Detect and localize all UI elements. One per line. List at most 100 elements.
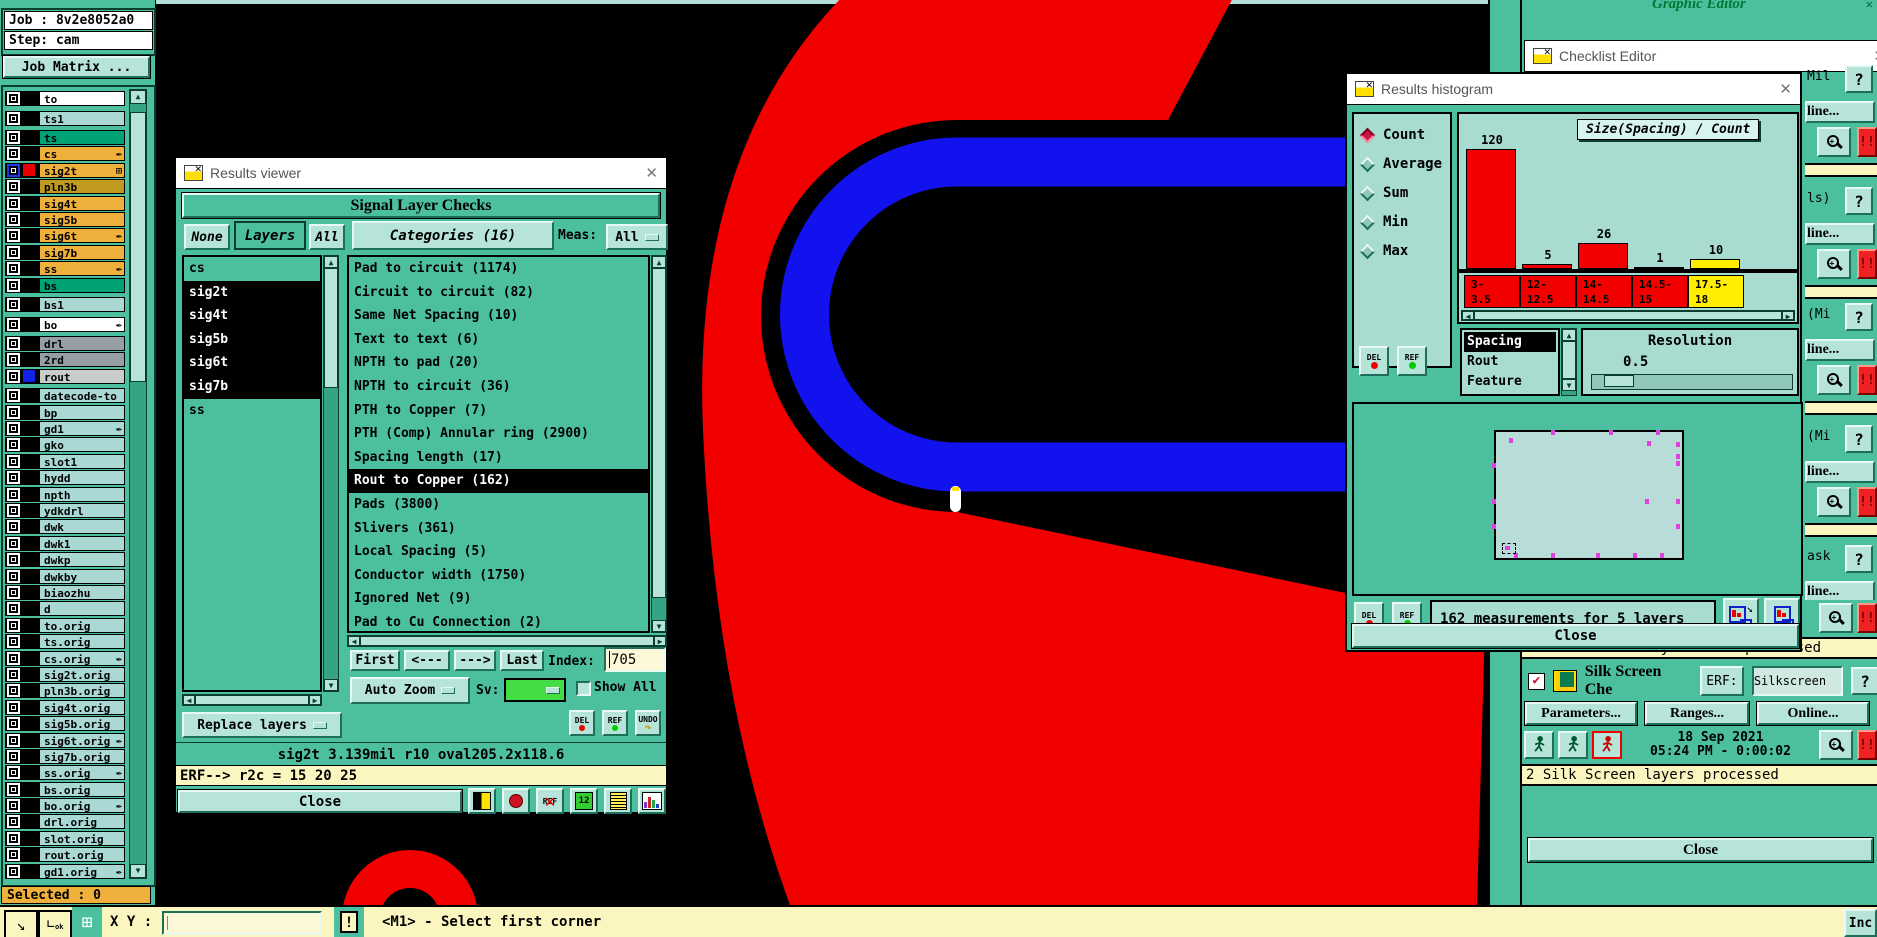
layer-checkbox[interactable] [7,487,20,501]
rv-category-item[interactable]: Circuit to circuit (82) [349,281,648,305]
layer-checkbox[interactable] [7,163,20,177]
rv-undo-button[interactable]: UNDO ↷ [635,710,661,736]
layer-color-chip[interactable] [23,213,35,225]
layer-checkbox[interactable] [7,337,20,351]
layer-color-chip[interactable] [23,800,35,812]
inc-button[interactable]: Inc [1844,909,1877,937]
layer-row[interactable]: dwk1 [5,535,125,551]
layer-color-chip[interactable] [23,132,35,144]
online-button-fragment[interactable]: line... [1805,461,1875,483]
alert-button[interactable]: ! [340,911,358,933]
layer-row[interactable]: sig2t.orig [5,666,125,682]
scroll-thumb[interactable] [360,636,654,646]
layer-checkbox[interactable] [7,111,20,125]
help-button[interactable]: ? [1851,667,1877,695]
layer-row[interactable]: drl.orig [5,814,125,830]
measure-item[interactable]: Feature [1464,372,1556,392]
histogram-ref-button[interactable]: REF [1397,346,1427,376]
layer-color-chip[interactable] [23,299,35,311]
rv-category-item[interactable]: Pad to Cu Connection (2) [349,611,648,631]
rv-layer-scrollbar[interactable]: ▲ ▼ [323,255,339,692]
alert-button[interactable]: !! [1857,365,1877,395]
layer-row[interactable]: ss.orig ✒ [5,765,125,781]
graphic-editor-close-icon[interactable]: ✕ [1866,0,1873,11]
rv-category-item[interactable]: NPTH to circuit (36) [349,375,648,399]
layer-checkbox[interactable] [7,131,20,144]
parameters-button[interactable]: Parameters... [1524,701,1638,726]
scroll-right-icon[interactable]: ▶ [309,695,321,705]
layer-color-chip[interactable] [23,390,35,402]
layer-row[interactable]: datecode-to [5,388,125,404]
stat-radio-max[interactable]: Max [1359,243,1450,259]
histogram-titlebar[interactable]: Results histogram ✕ [1347,74,1800,105]
rv-ref-button[interactable]: REF [602,710,628,736]
layer-checkbox[interactable] [7,553,20,567]
layer-row[interactable]: cs ✒ [5,146,125,162]
rv-layer-item[interactable]: sig5b [184,327,320,352]
layer-row[interactable]: sig4t [5,195,125,211]
layer-checkbox[interactable] [7,262,20,276]
online-button-fragment[interactable]: line... [1805,101,1875,123]
histogram-close-icon[interactable]: ✕ [1779,80,1792,98]
online-button-fragment[interactable]: line... [1805,223,1875,245]
job-matrix-button[interactable]: Job Matrix ... [2,55,151,79]
layer-checkbox[interactable] [7,454,20,468]
layer-checkbox[interactable] [7,536,20,550]
layer-row[interactable]: to.orig [5,617,125,633]
layer-row[interactable]: dwkp [5,552,125,568]
layer-color-chip[interactable] [23,230,35,242]
scroll-down-icon[interactable]: ▼ [130,864,146,878]
scroll-thumb[interactable] [652,268,666,598]
alert-button[interactable]: !! [1857,127,1877,157]
check-enabled-checkbox[interactable]: ✔ [1528,672,1545,690]
layer-color-chip[interactable] [23,148,35,160]
prev-button[interactable]: <--- [404,650,450,671]
layer-row[interactable]: bs [5,277,125,293]
clear-ref-button[interactable]: REF ✕ [536,788,564,814]
layer-checkbox[interactable] [7,180,20,194]
layer-color-chip[interactable] [23,816,35,828]
xy-input[interactable] [162,911,322,935]
help-button[interactable]: ? [1845,187,1873,215]
rv-category-item[interactable]: Rout to Copper (162) [349,469,648,493]
layer-color-chip[interactable] [23,750,35,762]
layer-row[interactable]: rout [5,368,125,384]
layer-row[interactable]: drl [5,336,125,352]
layer-checkbox[interactable] [7,831,20,845]
zoom-button[interactable]: + [1817,365,1851,395]
layer-color-chip[interactable] [23,472,35,484]
layer-color-chip[interactable] [23,603,35,615]
alert-button[interactable]: !! [1857,603,1877,633]
layer-row[interactable]: to [5,91,125,106]
measure-tool-button[interactable]: ↘ [4,910,38,937]
resolution-slider[interactable] [1591,374,1793,390]
rv-close-button[interactable]: Close [177,789,463,814]
layer-color-chip[interactable] [23,354,35,366]
numeric-icon-button[interactable]: 12 [570,788,598,814]
last-button[interactable]: Last [500,650,544,671]
rv-category-item[interactable]: Pad to circuit (1174) [349,257,648,281]
rv-category-item[interactable]: PTH (Comp) Annular ring (2900) [349,422,648,446]
layer-checkbox[interactable] [7,353,20,367]
zoom-button[interactable]: + [1817,487,1851,517]
layer-color-chip[interactable] [23,832,35,844]
layer-color-chip[interactable] [23,718,35,730]
layer-checkbox[interactable] [7,369,20,383]
rv-layer-item[interactable]: sig2t [184,280,320,305]
layer-checkbox[interactable] [7,405,20,419]
layer-color-chip[interactable] [23,685,35,697]
layer-row[interactable]: sig4t.orig [5,699,125,715]
layer-checkbox[interactable] [7,749,20,763]
histogram-del-button[interactable]: DEL [1359,346,1389,376]
scroll-left-icon[interactable]: ◀ [183,695,195,705]
layer-color-chip[interactable] [23,263,35,275]
alert-button[interactable]: !! [1857,487,1877,517]
layer-color-chip[interactable] [23,197,35,209]
layer-color-chip[interactable] [23,619,35,631]
layer-checkbox[interactable] [7,602,20,616]
ranges-button[interactable]: Ranges... [1644,701,1750,726]
auto-zoom-dropdown[interactable]: Auto Zoom [350,677,470,704]
scroll-down-icon[interactable]: ▼ [652,620,666,632]
rv-layer-item[interactable]: sig4t [184,304,320,328]
rv-category-item[interactable]: Spacing length (17) [349,446,648,470]
